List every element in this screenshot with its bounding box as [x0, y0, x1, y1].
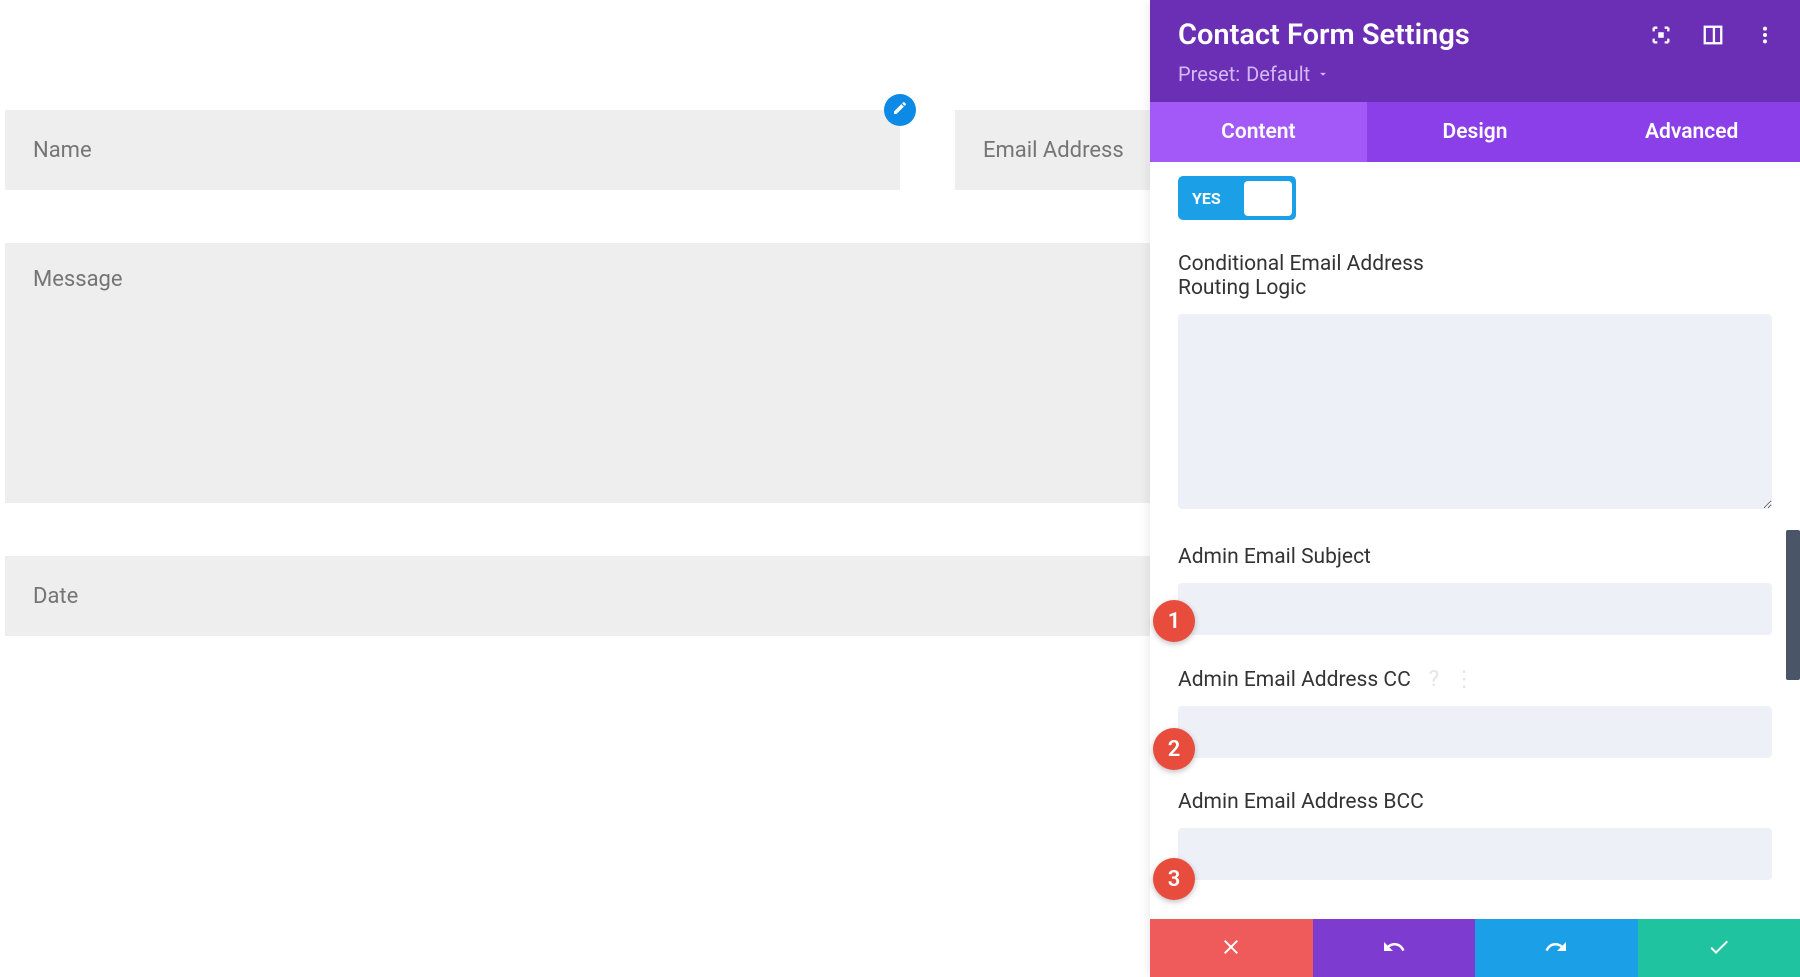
- name-input[interactable]: [5, 110, 900, 190]
- edit-field-badge[interactable]: [884, 94, 916, 126]
- panel-header: Contact Form Settings Preset: Default: [1150, 0, 1800, 102]
- annotation-badge-3: 3: [1153, 858, 1195, 900]
- cancel-button[interactable]: [1150, 919, 1313, 977]
- conditional-label-line2: Routing Logic: [1178, 276, 1424, 300]
- tab-advanced[interactable]: Advanced: [1583, 102, 1800, 162]
- undo-icon: [1382, 935, 1406, 962]
- conditional-routing-textarea[interactable]: [1178, 314, 1772, 509]
- settings-tabs: Content Design Advanced: [1150, 102, 1800, 162]
- chevron-down-icon: [1316, 62, 1330, 86]
- form-row-top: [5, 110, 1150, 190]
- form-row-message: [5, 243, 1150, 503]
- snap-icon[interactable]: [1702, 24, 1724, 46]
- tab-design[interactable]: Design: [1367, 102, 1584, 162]
- toggle-knob: [1244, 181, 1292, 216]
- undo-button[interactable]: [1313, 919, 1476, 977]
- admin-subject-input[interactable]: [1178, 583, 1772, 635]
- options-icon[interactable]: ⋮: [1453, 667, 1475, 692]
- scrollbar-thumb[interactable]: [1786, 530, 1800, 680]
- admin-cc-input[interactable]: [1178, 706, 1772, 758]
- main-canvas: [0, 0, 1150, 977]
- panel-title: Contact Form Settings: [1178, 18, 1470, 52]
- preset-value: Default: [1246, 62, 1310, 86]
- admin-cc-label: Admin Email Address CC ? ⋮: [1178, 667, 1772, 692]
- name-field-wrapper: [5, 110, 900, 190]
- form-row-date: [5, 556, 1150, 636]
- tab-content[interactable]: Content: [1150, 102, 1367, 162]
- admin-bcc-label: Admin Email Address BCC: [1178, 790, 1772, 814]
- annotation-badge-1: 1: [1153, 600, 1195, 642]
- preset-selector[interactable]: Preset: Default: [1178, 62, 1776, 86]
- preset-label: Preset:: [1178, 62, 1240, 86]
- close-icon: [1219, 935, 1243, 962]
- panel-footer: [1150, 919, 1800, 977]
- admin-bcc-input[interactable]: [1178, 828, 1772, 880]
- header-top-row: Contact Form Settings: [1178, 18, 1776, 52]
- message-input[interactable]: [5, 243, 1150, 503]
- annotation-badge-2: 2: [1153, 728, 1195, 770]
- more-icon[interactable]: [1754, 24, 1776, 46]
- conditional-routing-label: Conditional Email Address Routing Logic: [1178, 252, 1772, 300]
- expand-icon[interactable]: [1650, 24, 1672, 46]
- admin-cc-group: Admin Email Address CC ? ⋮: [1178, 667, 1772, 758]
- admin-bcc-group: Admin Email Address BCC: [1178, 790, 1772, 880]
- check-icon: [1707, 935, 1731, 962]
- panel-body[interactable]: YES Conditional Email Address Routing Lo…: [1150, 162, 1800, 919]
- pencil-icon: [892, 100, 908, 120]
- header-icon-group: [1650, 24, 1776, 46]
- admin-subject-label: Admin Email Subject: [1178, 545, 1772, 569]
- save-button[interactable]: [1638, 919, 1800, 977]
- conditional-routing-group: Conditional Email Address Routing Logic: [1178, 252, 1772, 513]
- yes-toggle[interactable]: YES: [1178, 176, 1296, 220]
- help-icon[interactable]: ?: [1429, 667, 1439, 692]
- admin-subject-group: Admin Email Subject: [1178, 545, 1772, 635]
- date-input[interactable]: [5, 556, 1150, 636]
- conditional-label-line1: Conditional Email Address: [1178, 252, 1424, 276]
- redo-button[interactable]: [1475, 919, 1638, 977]
- cc-label-hints: ? ⋮: [1429, 667, 1475, 692]
- redo-icon: [1544, 935, 1568, 962]
- settings-panel: Contact Form Settings Preset: Default: [1150, 0, 1800, 977]
- toggle-yes-label: YES: [1182, 189, 1231, 208]
